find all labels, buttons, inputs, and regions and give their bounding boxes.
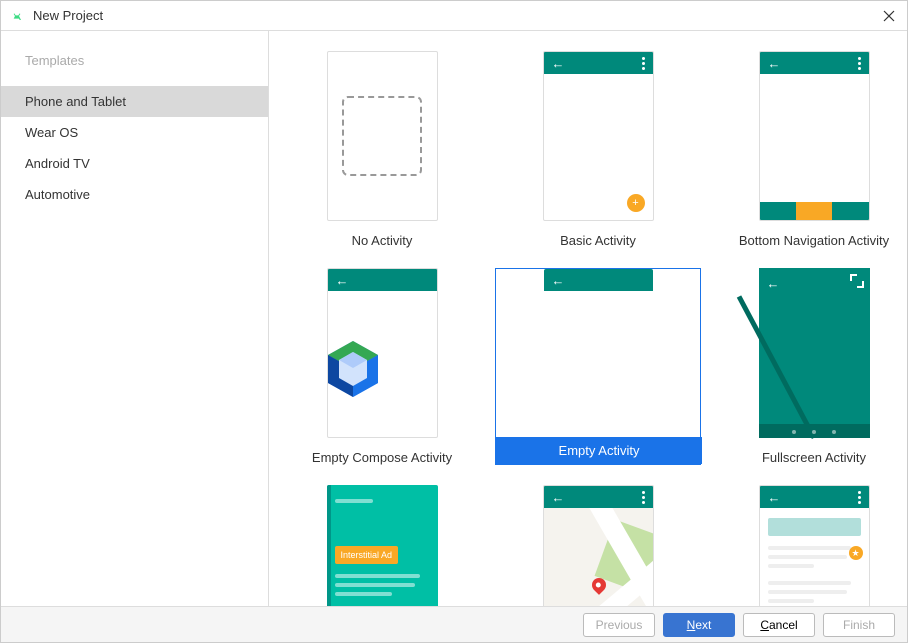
template-empty-compose[interactable]: Empty Compose Activity [279,268,485,475]
finish-button[interactable]: Finish [823,613,895,637]
template-fullscreen-activity[interactable]: Fullscreen Activity [711,268,907,475]
template-interstitial[interactable]: Interstitial Ad Interstitial Ad [279,485,485,606]
template-label: Fullscreen Activity [758,438,870,475]
sidebar-item-phone-tablet[interactable]: Phone and Tablet [1,86,268,117]
mock-interstitial: Interstitial Ad [327,485,438,606]
template-bottom-navigation[interactable]: Bottom Navigation Activity [711,51,907,258]
sidebar: Templates Phone and Tablet Wear OS Andro… [1,31,269,606]
back-arrow-icon [768,490,781,505]
fab-icon: + [627,194,645,212]
titlebar: New Project [1,1,907,31]
template-label: Empty Activity [496,437,702,464]
interstitial-badge: Interstitial Ad [335,546,399,564]
overflow-menu-icon [858,55,861,72]
template-basic-activity[interactable]: + Basic Activity [495,51,701,258]
sidebar-header: Templates [1,53,268,86]
mock-appbar [328,269,437,291]
dashed-rect-icon [342,96,422,176]
template-empty-activity[interactable]: Empty Activity [495,268,701,475]
window-title: New Project [33,8,879,23]
mock-appbar [544,269,653,291]
mock-scrolling: ★ [759,485,870,606]
sidebar-item-android-tv[interactable]: Android TV [1,148,268,179]
template-google-maps[interactable]: Google Maps Activity [495,485,701,606]
mock-bottom-nav [760,202,869,220]
template-label: Empty Compose Activity [308,438,456,475]
template-label: No Activity [348,221,417,258]
sidebar-item-automotive[interactable]: Automotive [1,179,268,210]
close-icon [883,10,895,22]
compose-logo-icon [328,341,378,397]
template-grid-container: No Activity + Basic Activity [269,31,907,606]
template-scrolling[interactable]: ★ Scrolling Activity [711,485,907,606]
overflow-menu-icon [642,55,645,72]
template-label: Basic Activity [556,221,640,258]
back-arrow-icon [552,273,565,288]
back-arrow-icon [767,276,780,291]
template-no-activity[interactable]: No Activity [279,51,485,258]
android-studio-icon [9,8,25,24]
cancel-button[interactable]: Cancel [743,613,815,637]
overflow-menu-icon [858,489,861,506]
mock-appbar [544,52,653,74]
template-label: Bottom Navigation Activity [735,221,893,258]
back-arrow-icon [552,56,565,71]
mock-fullscreen [759,268,870,438]
fullscreen-expand-icon [850,274,864,288]
next-button[interactable]: Next [663,613,735,637]
footer-buttons: Previous Next Cancel Finish [1,606,907,642]
template-grid: No Activity + Basic Activity [279,51,897,606]
previous-button[interactable]: Previous [583,613,655,637]
back-arrow-icon [552,490,565,505]
close-button[interactable] [879,6,899,26]
back-arrow-icon [336,273,349,288]
main-area: Templates Phone and Tablet Wear OS Andro… [1,31,907,606]
overflow-menu-icon [642,489,645,506]
back-arrow-icon [768,56,781,71]
mock-map [543,485,654,606]
star-icon: ★ [849,546,863,560]
sidebar-item-wear-os[interactable]: Wear OS [1,117,268,148]
mock-appbar [760,52,869,74]
